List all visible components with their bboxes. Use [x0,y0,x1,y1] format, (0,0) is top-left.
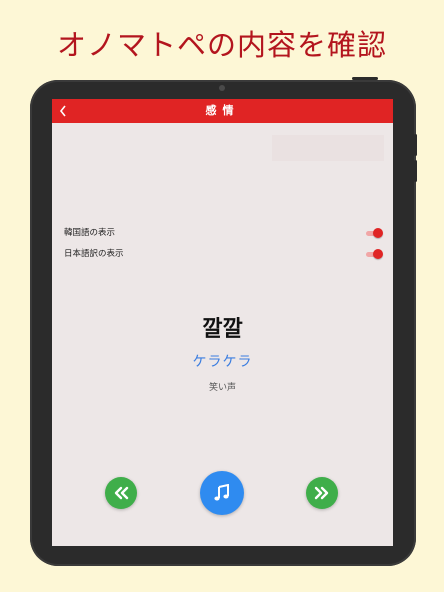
volume-button [414,160,417,182]
double-chevron-right-icon [314,486,329,500]
toggle-thumb [373,249,383,259]
japanese-display-toggle[interactable] [366,249,383,259]
power-button [352,77,378,80]
word-meaning: 笑い声 [208,383,236,393]
korean-display-toggle[interactable] [366,228,383,238]
toggle-thumb [373,228,383,238]
japanese-translation: ケラケラ [192,354,253,370]
app-screen: 感情 韓国語の表示 日本語訳の表示 깔깔 ケラケラ 笑い声 [52,99,393,546]
korean-word: 깔깔 [202,317,243,342]
front-camera [219,85,225,91]
page-title: 感情 [205,104,240,117]
app-bar: 感情 [52,99,393,123]
volume-button [414,134,417,156]
ad-banner [272,135,384,161]
music-note-icon [214,484,229,501]
setting-label: 日本語訳の表示 [64,249,124,259]
setting-row-korean: 韓国語の表示 [64,225,383,241]
play-audio-button[interactable] [200,471,244,515]
double-chevron-left-icon [114,486,129,500]
promo-headline: オノマトペの内容を確認 [56,28,387,62]
previous-button[interactable] [105,477,137,509]
setting-label: 韓国語の表示 [64,228,116,238]
next-button[interactable] [306,477,338,509]
setting-row-japanese: 日本語訳の表示 [64,246,383,262]
